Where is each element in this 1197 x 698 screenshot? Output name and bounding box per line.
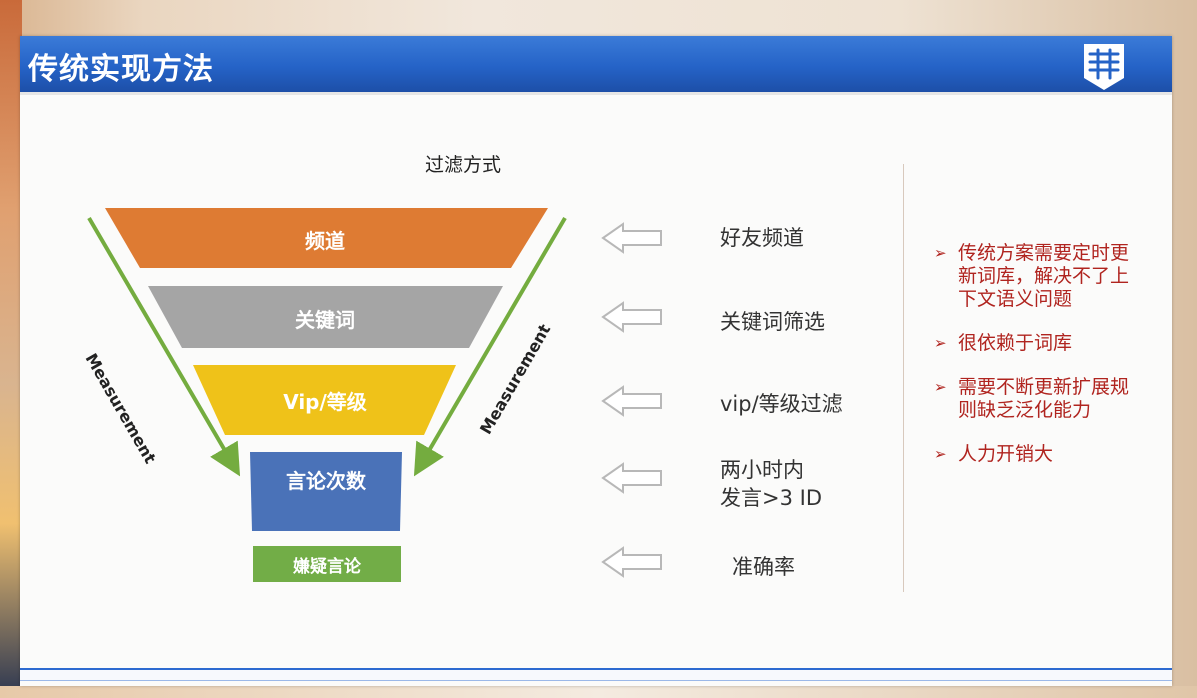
- drawback-item: ➢ 很依赖于词库: [934, 332, 1073, 354]
- left-arrow-icon: [601, 222, 662, 254]
- funnel-label-speech-count: 言论次数: [286, 469, 366, 493]
- background-bottom-edge: [0, 686, 1197, 698]
- method-text: 两小时内: [720, 458, 804, 482]
- left-arrow-icon: [601, 385, 662, 417]
- method-speech-frequency: 两小时内 发言>3 ID: [720, 456, 822, 512]
- presentation-slide: 传统实现方法 过滤方式 频道 关键词 Vip/等级 言论次数 嫌疑言论 Meas…: [20, 36, 1172, 686]
- funnel-label-vip: Vip/等级: [283, 390, 367, 414]
- slide-bottom-bar: [20, 668, 1172, 681]
- method-keyword-filter: 关键词筛选: [720, 308, 825, 336]
- brand-logo-icon: [1084, 44, 1124, 90]
- method-text: 好友频道: [720, 226, 804, 250]
- method-text: 关键词筛选: [720, 310, 825, 334]
- drawback-item: ➢ 人力开销大: [934, 443, 1054, 465]
- drawback-item: ➢ 需要不断更新扩展规则缺乏泛化能力: [934, 376, 1130, 421]
- drawback-item: ➢ 传统方案需要定时更新词库，解决不了上下文语义问题: [934, 242, 1130, 310]
- vertical-divider: [903, 164, 904, 592]
- method-friend-channel: 好友频道: [720, 224, 804, 252]
- left-arrow-icon: [601, 462, 662, 494]
- funnel-label-suspect: 嫌疑言论: [293, 557, 361, 577]
- method-accuracy: 准确率: [732, 553, 795, 581]
- left-arrow-icon: [601, 546, 662, 578]
- bullet-arrow-icon: ➢: [934, 244, 947, 262]
- funnel-label-channel: 频道: [305, 229, 345, 253]
- method-vip-filter: vip/等级过滤: [720, 390, 843, 418]
- drawback-list: ➢ 传统方案需要定时更新词库，解决不了上下文语义问题 ➢ 很依赖于词库 ➢ 需要不断更…: [932, 242, 1132, 487]
- bullet-arrow-icon: ➢: [934, 334, 947, 352]
- method-text: 发言>3 ID: [720, 486, 822, 510]
- bullet-arrow-icon: ➢: [934, 378, 947, 396]
- method-text: vip/等级过滤: [720, 392, 843, 416]
- method-text: 准确率: [732, 555, 795, 579]
- bullet-arrow-icon: ➢: [934, 445, 947, 463]
- background-left-edge: [0, 0, 22, 698]
- left-arrow-icon: [601, 301, 662, 333]
- funnel-label-keyword: 关键词: [295, 308, 355, 332]
